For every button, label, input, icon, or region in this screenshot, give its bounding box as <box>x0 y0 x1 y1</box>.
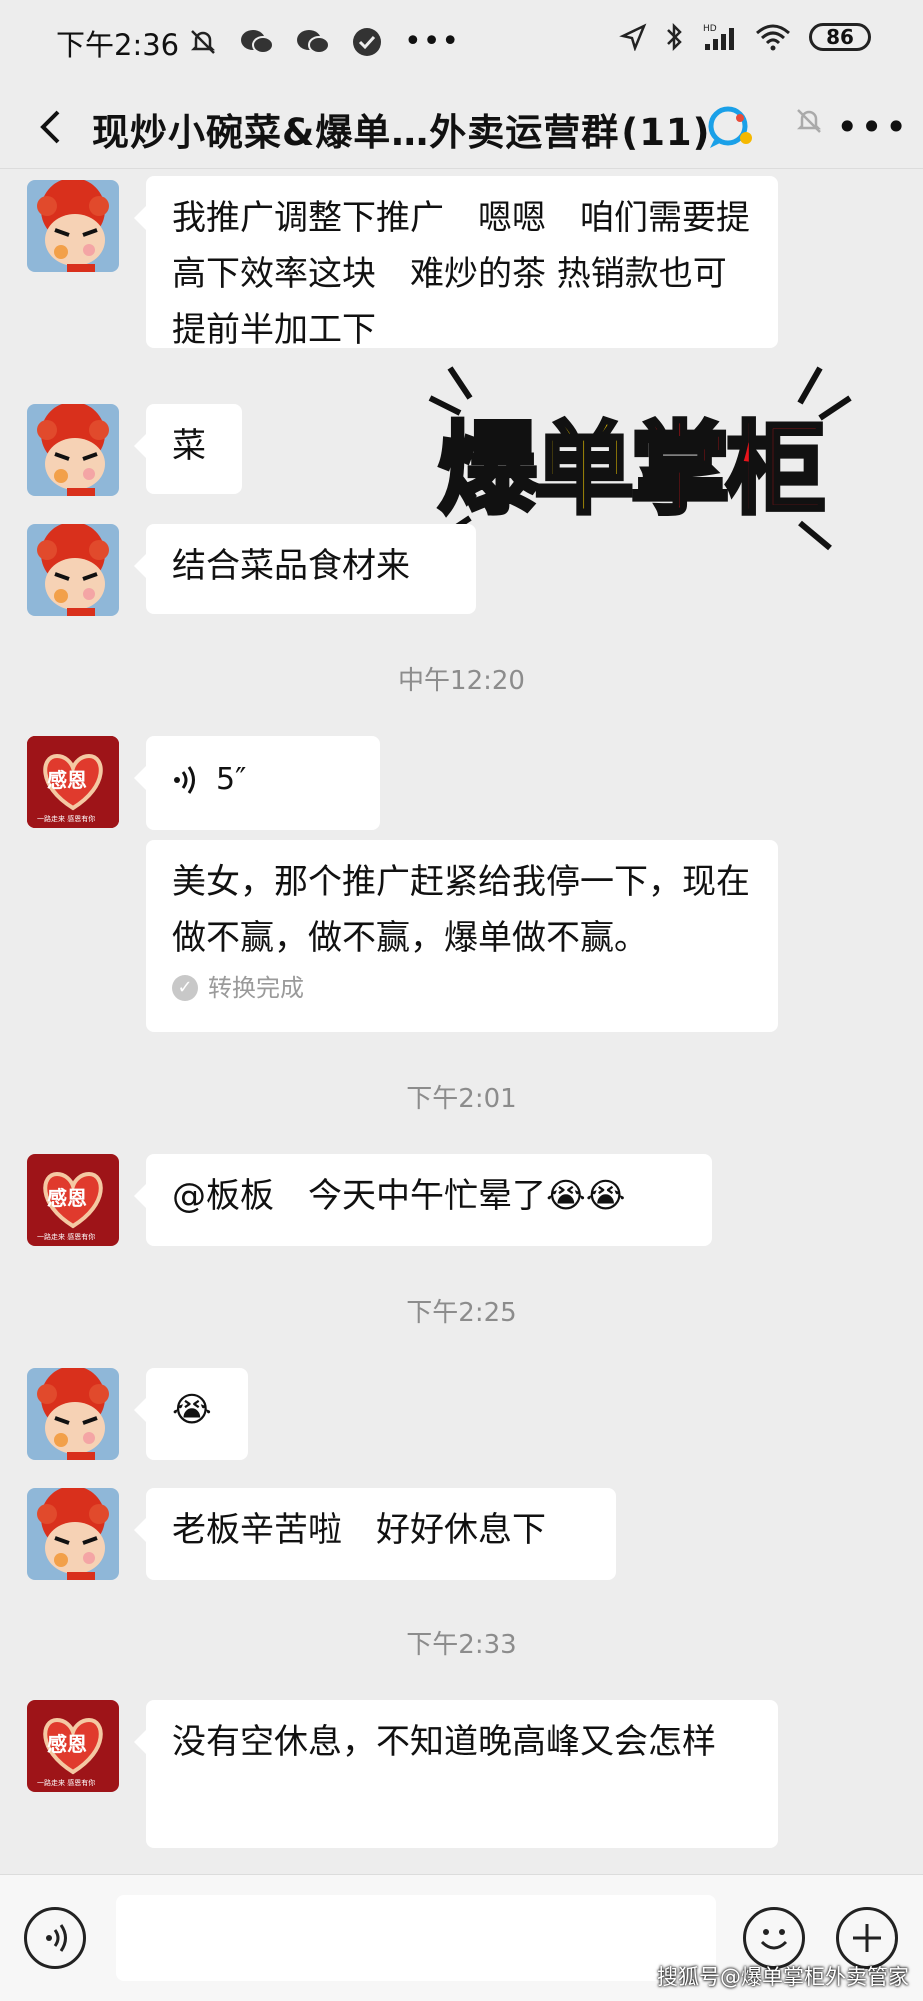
avatar-cartoon[interactable] <box>27 180 119 272</box>
avatar-sublabel: 一路走来 感恩有你 <box>37 1779 96 1787</box>
sticker-char-2: 单 <box>532 409 636 530</box>
voice-transcript-bubble[interactable]: 美女，那个推广赶紧给我停一下，现在做不赢，做不赢，爆单做不赢。 ✓ 转换完成 <box>146 840 778 1032</box>
wechat-icon <box>241 29 274 54</box>
message-text: 菜 <box>172 426 206 466</box>
avatar-label: 感恩 <box>47 768 87 792</box>
message-bubble[interactable]: 我推广调整下推广 嗯嗯 咱们需要提高下效率这块 难炒的茶 热销款也可提前半加工下 <box>134 176 778 350</box>
back-button[interactable] <box>28 102 78 152</box>
mute-bell-icon <box>190 29 216 54</box>
sticker-text: 爆单掌柜 <box>436 388 828 533</box>
avatar-label: 感恩 <box>47 1732 87 1756</box>
wechat-icon <box>297 29 330 54</box>
timestamp: 下午2:33 <box>406 1630 517 1660</box>
emoji-button[interactable] <box>743 1907 805 1969</box>
message-bubble[interactable]: 没有空休息，不知道晚高峰又会怎样 <box>134 1700 778 1848</box>
timestamp: 中午12:20 <box>398 666 525 696</box>
avatar-sublabel: 一路走来 感恩有你 <box>37 815 96 823</box>
cartoon-boy-avatar-icon <box>27 1488 119 1580</box>
status-bar: 下午2:36 ••• HD 86 <box>0 0 923 84</box>
status-right-icons: HD 86 <box>619 22 871 52</box>
status-left-icons: ••• <box>188 24 460 59</box>
chat-title: 现炒小碗菜&爆单…外卖运营群(11) <box>92 102 711 156</box>
more-options-button[interactable]: ••• <box>836 108 909 146</box>
cartoon-boy-avatar-icon <box>27 404 119 496</box>
more-dots-icon: ••• <box>404 24 461 59</box>
avatar-cartoon[interactable] <box>27 1488 119 1580</box>
voice-wave-icon <box>174 765 195 794</box>
smiley-icon <box>760 1929 788 1950</box>
message-input[interactable] <box>116 1895 716 1981</box>
chat-header: 现炒小碗菜&爆单…外卖运营群(11) ••• <box>0 84 923 169</box>
bluetooth-icon <box>667 22 682 52</box>
message-text: @板板 今天中午忙晕了😭😭 <box>172 1176 626 1216</box>
location-arrow-icon <box>619 23 647 51</box>
message-text: 结合菜品食材来 <box>172 546 410 586</box>
avatar-gan-en[interactable]: 感恩 一路走来 感恩有你 <box>27 736 119 828</box>
sticker-char-3: 掌柜 <box>628 409 828 530</box>
transcript-text: 美女，那个推广赶紧给我停一下，现在做不赢，做不赢，爆单做不赢。 <box>172 862 750 958</box>
status-time: 下午2:36 <box>56 28 180 62</box>
signal-hd-icon: HD <box>703 24 734 50</box>
message-bubble[interactable]: @板板 今天中午忙晕了😭😭 <box>134 1154 712 1246</box>
conversion-status-text: 转换完成 <box>208 974 304 1002</box>
battery-indicator: 86 <box>809 23 871 51</box>
message-bubble[interactable]: 老板辛苦啦 好好休息下 <box>134 1488 616 1580</box>
svg-text:HD: HD <box>703 24 717 34</box>
plus-icon <box>853 1924 881 1952</box>
voice-duration: 5″ <box>216 762 247 797</box>
battery-level: 86 <box>826 25 854 49</box>
message-bubble[interactable]: 菜 <box>134 404 242 494</box>
check-icon: ✓ <box>172 975 198 1001</box>
cartoon-boy-avatar-icon <box>27 1368 119 1460</box>
voice-input-button[interactable] <box>24 1907 86 1969</box>
avatar-sublabel: 一路走来 感恩有你 <box>37 1233 96 1241</box>
cartoon-boy-avatar-icon <box>27 524 119 616</box>
baodan-zhanggui-sticker: 爆单掌柜 <box>420 358 860 568</box>
chat-messages: 我推广调整下推广 嗯嗯 咱们需要提高下效率这块 难炒的茶 热销款也可提前半加工下… <box>0 168 923 1874</box>
conversion-status: ✓ 转换完成 <box>172 970 752 1006</box>
message-bubble[interactable]: 😭 <box>134 1368 248 1460</box>
message-text: 😭 <box>172 1390 212 1430</box>
group-chat-icon[interactable] <box>706 104 756 150</box>
avatar-cartoon[interactable] <box>27 524 119 616</box>
sticker-char-1: 爆 <box>436 409 540 530</box>
message-text: 我推广调整下推广 嗯嗯 咱们需要提高下效率这块 难炒的茶 热销款也可提前半加工下 <box>172 198 750 350</box>
check-circle-icon <box>353 27 381 56</box>
message-text: 没有空休息，不知道晚高峰又会怎样 <box>172 1722 716 1762</box>
watermark: 搜狐号@爆单掌柜外卖管家 <box>657 1965 909 1989</box>
member-count: (11) <box>621 111 711 154</box>
avatar-cartoon[interactable] <box>27 1368 119 1460</box>
message-bubble[interactable]: 结合菜品食材来 <box>134 524 476 614</box>
timestamp: 下午2:01 <box>406 1084 517 1114</box>
voice-wave-icon <box>46 1924 67 1952</box>
avatar-gan-en[interactable]: 感恩 一路走来 感恩有你 <box>27 1700 119 1792</box>
avatar-gan-en[interactable]: 感恩 一路走来 感恩有你 <box>27 1154 119 1246</box>
input-bar: 搜狐号@爆单掌柜外卖管家 <box>0 1874 923 2001</box>
avatar-cartoon[interactable] <box>27 404 119 496</box>
message-text: 老板辛苦啦 好好休息下 <box>172 1510 546 1550</box>
timestamp: 下午2:25 <box>406 1298 517 1328</box>
avatar-label: 感恩 <box>47 1186 87 1210</box>
voice-message-bubble[interactable]: 5″ <box>134 736 380 830</box>
wifi-icon <box>756 24 790 51</box>
more-actions-button[interactable] <box>836 1907 898 1969</box>
cartoon-boy-avatar-icon <box>27 180 119 272</box>
mute-notification-icon <box>796 109 822 133</box>
group-name: 现炒小碗菜&爆单…外卖运营群 <box>92 111 620 154</box>
